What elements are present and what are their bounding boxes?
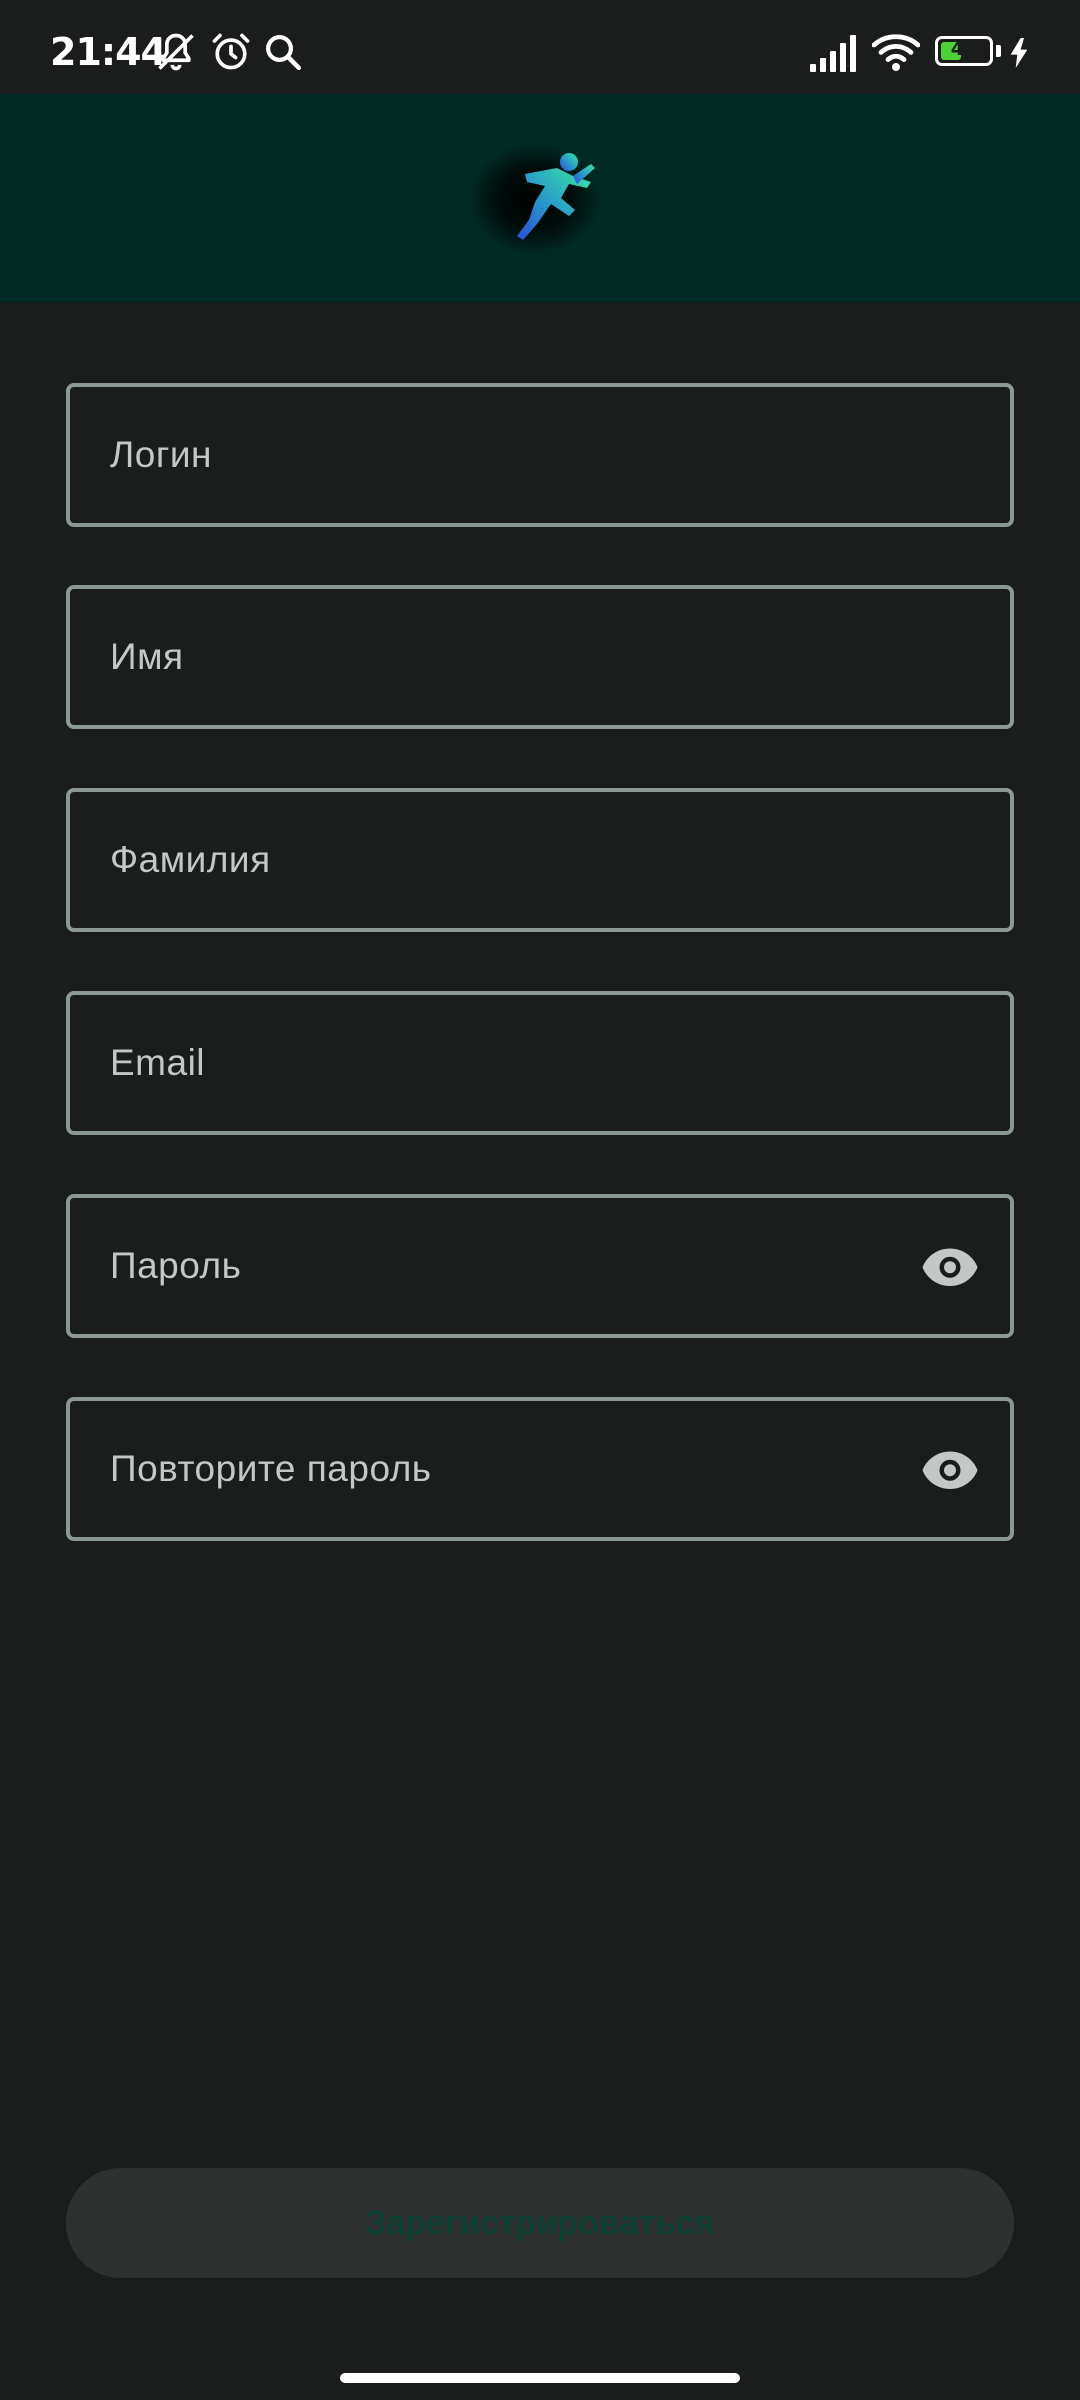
status-time: 21:44 bbox=[50, 30, 167, 74]
app-header bbox=[0, 94, 1080, 302]
wifi-icon bbox=[871, 32, 921, 77]
last-name-label: Фамилия bbox=[110, 839, 271, 880]
password-label: Пароль bbox=[110, 1245, 242, 1286]
eye-icon bbox=[922, 1451, 978, 1489]
registration-screen: 21:44 44 Логин Имя Фамилия Email Пароль … bbox=[0, 0, 1080, 2400]
login-field[interactable]: Логин bbox=[66, 383, 1014, 527]
search-icon bbox=[262, 30, 304, 79]
email-field[interactable]: Email bbox=[66, 991, 1014, 1135]
charging-icon bbox=[1008, 38, 1030, 73]
battery-icon: 44 bbox=[935, 36, 993, 66]
first-name-field[interactable]: Имя bbox=[66, 585, 1014, 729]
first-name-label: Имя bbox=[110, 636, 184, 677]
login-label: Логин bbox=[110, 434, 212, 475]
password-visibility-toggle[interactable] bbox=[920, 1236, 980, 1296]
eye-icon bbox=[922, 1248, 978, 1286]
alarm-icon bbox=[209, 30, 253, 79]
email-label: Email bbox=[110, 1042, 206, 1083]
signal-icon bbox=[810, 34, 860, 77]
battery-level: 44 bbox=[950, 38, 978, 60]
repeat-password-visibility-toggle[interactable] bbox=[920, 1439, 980, 1499]
password-field[interactable]: Пароль bbox=[66, 1194, 1014, 1338]
register-button[interactable]: Зарегистрироваться bbox=[66, 2168, 1014, 2278]
repeat-password-label: Повторите пароль bbox=[110, 1448, 432, 1489]
muted-bell-icon bbox=[154, 30, 198, 79]
last-name-field[interactable]: Фамилия bbox=[66, 788, 1014, 932]
repeat-password-field[interactable]: Повторите пароль bbox=[66, 1397, 1014, 1541]
battery-nub bbox=[996, 45, 1001, 57]
gesture-navigation-bar[interactable] bbox=[340, 2373, 740, 2383]
status-bar: 21:44 44 bbox=[0, 0, 1080, 94]
running-person-logo bbox=[468, 153, 595, 240]
